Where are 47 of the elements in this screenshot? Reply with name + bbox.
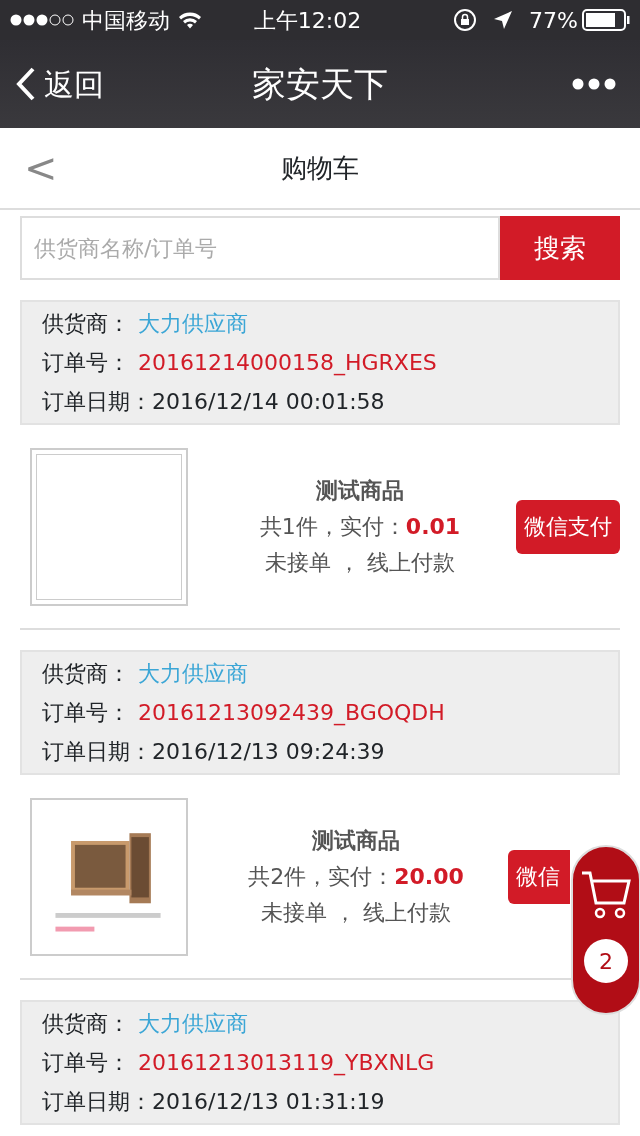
order-date: 2016/12/13 01:31:19 bbox=[152, 1088, 385, 1116]
field-label: 订单号： bbox=[42, 699, 130, 727]
carrier-name: 中国移动 bbox=[82, 6, 170, 35]
cart-button[interactable]: 2 bbox=[571, 845, 640, 1015]
more-icon[interactable] bbox=[572, 78, 616, 90]
product-name: 测试商品 bbox=[311, 826, 401, 855]
battery-icon bbox=[582, 9, 630, 31]
back-button[interactable]: < bbox=[0, 138, 58, 198]
signal-icon bbox=[10, 13, 74, 27]
rotation-lock-icon bbox=[453, 8, 478, 32]
pay-button[interactable]: 微信 bbox=[508, 849, 570, 904]
field-label: 订单日期： bbox=[42, 388, 152, 416]
field-label: 订单号： bbox=[42, 1049, 130, 1077]
supplier-name: 大力供应商 bbox=[138, 310, 248, 338]
product-name: 测试商品 bbox=[315, 476, 405, 505]
order-number: 20161213092439_BGOQDH bbox=[138, 699, 445, 728]
cart-icon bbox=[580, 869, 632, 919]
chevron-left-icon bbox=[16, 67, 36, 101]
supplier-name: 大力供应商 bbox=[138, 660, 248, 688]
search-field[interactable]: 供货商名称/订单号 bbox=[20, 216, 500, 280]
order-number: 20161213013119_YBXNLG bbox=[138, 1049, 435, 1078]
order-date: 2016/12/14 00:01:58 bbox=[152, 388, 385, 416]
amount-value: 0.01 bbox=[405, 513, 461, 539]
amount-value: 20.00 bbox=[394, 863, 464, 889]
field-label: 供货商： bbox=[42, 310, 130, 338]
page-title: 购物车 bbox=[281, 151, 359, 185]
location-icon bbox=[493, 10, 514, 30]
quantity-text: 共1件，实付： bbox=[259, 513, 406, 539]
order-date: 2016/12/13 09:24:39 bbox=[152, 738, 385, 766]
status-time: 上午12:02 bbox=[252, 6, 363, 35]
battery-level: 77% bbox=[529, 6, 578, 35]
search-button[interactable]: 搜索 bbox=[500, 216, 620, 280]
wifi-icon bbox=[178, 11, 202, 29]
field-label: 订单日期： bbox=[42, 1088, 152, 1116]
cart-count-badge: 2 bbox=[584, 939, 628, 983]
field-label: 供货商： bbox=[42, 660, 130, 688]
field-label: 订单日期： bbox=[42, 738, 152, 766]
pay-button[interactable]: 微信支付 bbox=[516, 499, 620, 554]
order-status: 未接单 ， 线上付款 bbox=[264, 548, 456, 577]
order-number: 20161214000158_HGRXES bbox=[138, 349, 437, 378]
back-link[interactable]: 返回 bbox=[16, 61, 104, 107]
field-label: 供货商： bbox=[42, 1010, 130, 1038]
field-label: 订单号： bbox=[42, 349, 130, 377]
order-status: 未接单 ， 线上付款 bbox=[260, 898, 452, 927]
quantity-text: 共2件，实付： bbox=[248, 863, 395, 889]
supplier-name: 大力供应商 bbox=[138, 1010, 248, 1038]
app-title: 家安天下 bbox=[252, 62, 388, 106]
